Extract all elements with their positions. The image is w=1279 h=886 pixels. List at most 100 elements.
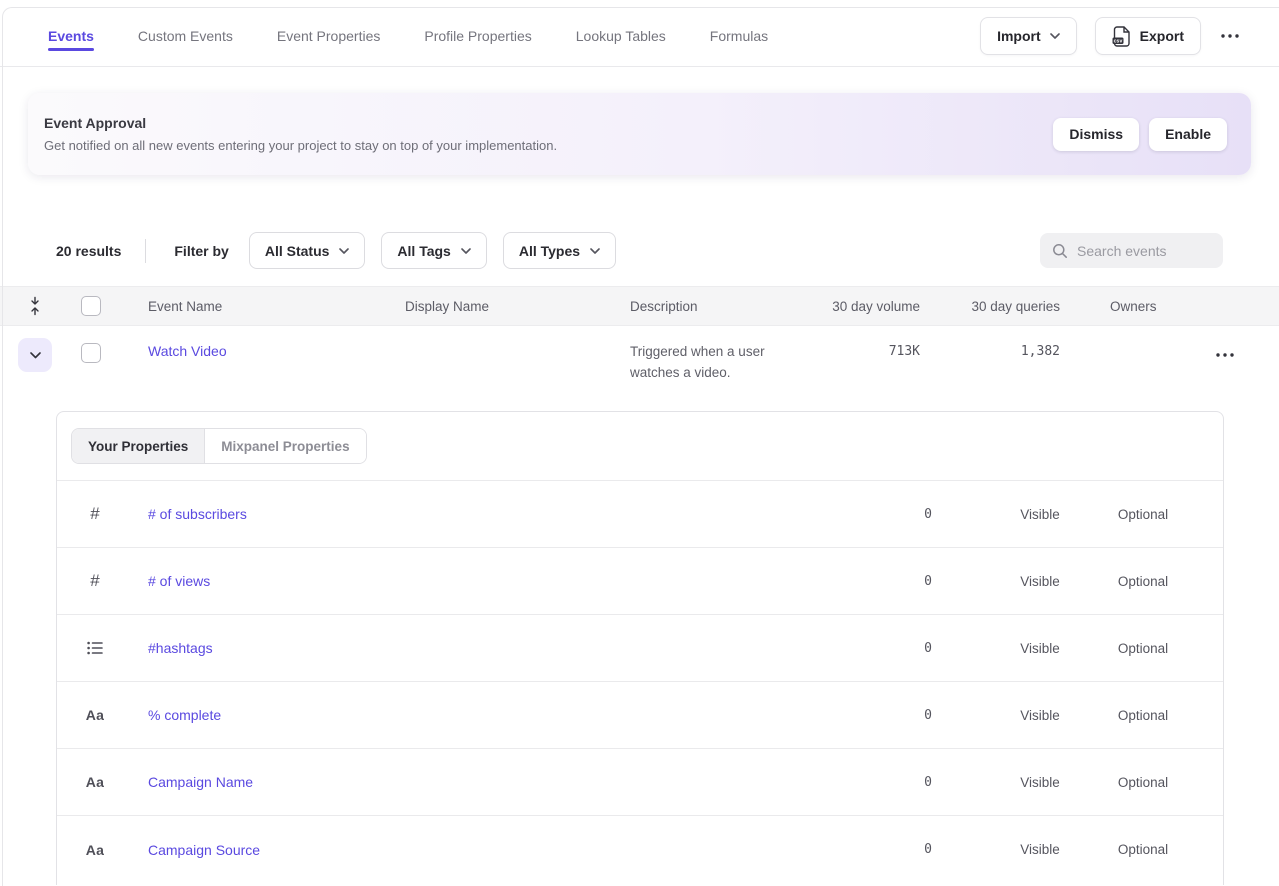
column-header-owners: Owners: [1060, 299, 1180, 314]
tags-filter-dropdown[interactable]: All Tags: [381, 232, 486, 269]
column-header-30-day-queries: 30 day queries: [920, 299, 1060, 314]
enable-button[interactable]: Enable: [1149, 118, 1227, 151]
banner-actions: Dismiss Enable: [1053, 118, 1227, 151]
property-requirement: Optional: [1083, 641, 1203, 656]
import-button[interactable]: Import: [980, 17, 1077, 55]
property-row: # # of subscribers 0 Visible Optional: [57, 481, 1223, 548]
tab-event-properties[interactable]: Event Properties: [277, 6, 381, 66]
export-button[interactable]: csv Export: [1095, 17, 1201, 55]
status-filter-dropdown[interactable]: All Status: [249, 232, 366, 269]
property-name-link[interactable]: # of subscribers: [148, 506, 872, 522]
number-type-icon: #: [77, 571, 113, 591]
chevron-down-icon: [339, 248, 349, 254]
property-count: 0: [872, 842, 932, 857]
divider: [145, 239, 146, 263]
properties-tabs-area: Your Properties Mixpanel Properties: [57, 412, 1223, 481]
csv-file-icon: csv: [1112, 26, 1131, 47]
filter-row: 20 results Filter by All Status All Tags…: [0, 232, 1279, 269]
property-row: Aa % complete 0 Visible Optional: [57, 682, 1223, 749]
export-button-label: Export: [1140, 28, 1184, 44]
property-count: 0: [872, 507, 932, 522]
list-type-icon: [77, 641, 113, 655]
chevron-down-icon: [461, 248, 471, 254]
number-type-icon: #: [77, 504, 113, 524]
property-name-link[interactable]: Campaign Source: [148, 842, 872, 858]
property-visibility: Visible: [997, 842, 1083, 857]
nav-tabs: Events Custom Events Event Properties Pr…: [48, 6, 768, 66]
property-requirement: Optional: [1083, 842, 1203, 857]
property-requirement: Optional: [1083, 775, 1203, 790]
table-header: Event Name Display Name Description 30 d…: [0, 286, 1279, 326]
types-filter-dropdown[interactable]: All Types: [503, 232, 616, 269]
table-row: Watch Video Triggered when a user watche…: [0, 326, 1279, 411]
property-name-link[interactable]: Campaign Name: [148, 774, 872, 790]
tab-events[interactable]: Events: [48, 6, 94, 66]
top-navigation: Events Custom Events Event Properties Pr…: [0, 0, 1279, 67]
event-30-day-queries: 1,382: [920, 341, 1060, 359]
chevron-down-icon: [590, 248, 600, 254]
properties-tab-group: Your Properties Mixpanel Properties: [71, 428, 367, 464]
property-name-link[interactable]: % complete: [148, 707, 872, 723]
property-count: 0: [872, 574, 932, 589]
select-all-checkbox[interactable]: [81, 296, 101, 316]
property-visibility: Visible: [997, 708, 1083, 723]
collapse-row-button[interactable]: [18, 338, 52, 372]
property-row: Aa Campaign Name 0 Visible Optional: [57, 749, 1223, 816]
chevron-down-icon: [30, 352, 41, 359]
property-visibility: Visible: [997, 507, 1083, 522]
banner-description: Get notified on all new events entering …: [44, 138, 557, 153]
event-name-link[interactable]: Watch Video: [148, 343, 227, 359]
collapse-all-icon[interactable]: [18, 296, 52, 316]
property-requirement: Optional: [1083, 507, 1203, 522]
banner-text: Event Approval Get notified on all new e…: [44, 115, 557, 153]
text-type-icon: Aa: [77, 707, 113, 723]
nav-actions: Import csv Export: [980, 17, 1241, 55]
ellipsis-icon: [1221, 34, 1239, 38]
column-header-event-name: Event Name: [148, 299, 405, 314]
text-type-icon: Aa: [77, 774, 113, 790]
nav-more-options-button[interactable]: [1219, 17, 1241, 55]
property-row: #hashtags 0 Visible Optional: [57, 615, 1223, 682]
tab-profile-properties[interactable]: Profile Properties: [424, 6, 531, 66]
property-count: 0: [872, 708, 932, 723]
search-wrap: [1040, 233, 1223, 268]
results-count: 20 results: [56, 243, 121, 259]
event-description: Triggered when a user watches a video.: [630, 341, 820, 383]
property-visibility: Visible: [997, 574, 1083, 589]
filter-by-label: Filter by: [174, 243, 228, 259]
property-name-link[interactable]: # of views: [148, 573, 872, 589]
property-count: 0: [872, 775, 932, 790]
tab-custom-events[interactable]: Custom Events: [138, 6, 233, 66]
column-header-display-name: Display Name: [405, 299, 630, 314]
property-count: 0: [872, 641, 932, 656]
tab-mixpanel-properties[interactable]: Mixpanel Properties: [205, 429, 365, 463]
tab-your-properties[interactable]: Your Properties: [72, 429, 205, 463]
types-filter-label: All Types: [519, 243, 580, 259]
property-requirement: Optional: [1083, 708, 1203, 723]
tab-formulas[interactable]: Formulas: [710, 6, 768, 66]
property-row: # # of views 0 Visible Optional: [57, 548, 1223, 615]
property-row: Aa Campaign Source 0 Visible Optional: [57, 816, 1223, 883]
search-icon: [1052, 243, 1068, 259]
banner-title: Event Approval: [44, 115, 557, 131]
row-more-options-button[interactable]: [1214, 341, 1236, 364]
chevron-down-icon: [1050, 33, 1060, 39]
tags-filter-label: All Tags: [397, 243, 450, 259]
property-requirement: Optional: [1083, 574, 1203, 589]
dismiss-button[interactable]: Dismiss: [1053, 118, 1139, 151]
column-header-description: Description: [630, 299, 820, 314]
event-approval-banner: Event Approval Get notified on all new e…: [28, 93, 1251, 175]
properties-panel: Your Properties Mixpanel Properties # # …: [56, 411, 1224, 885]
ellipsis-icon: [1216, 353, 1234, 357]
status-filter-label: All Status: [265, 243, 330, 259]
event-30-day-volume: 713K: [820, 341, 920, 359]
property-name-link[interactable]: #hashtags: [148, 640, 872, 656]
tab-lookup-tables[interactable]: Lookup Tables: [576, 6, 666, 66]
svg-text:csv: csv: [1113, 38, 1122, 44]
row-checkbox[interactable]: [81, 343, 101, 363]
text-type-icon: Aa: [77, 842, 113, 858]
column-header-30-day-volume: 30 day volume: [820, 299, 920, 314]
import-button-label: Import: [997, 28, 1041, 44]
property-visibility: Visible: [997, 641, 1083, 656]
property-visibility: Visible: [997, 775, 1083, 790]
